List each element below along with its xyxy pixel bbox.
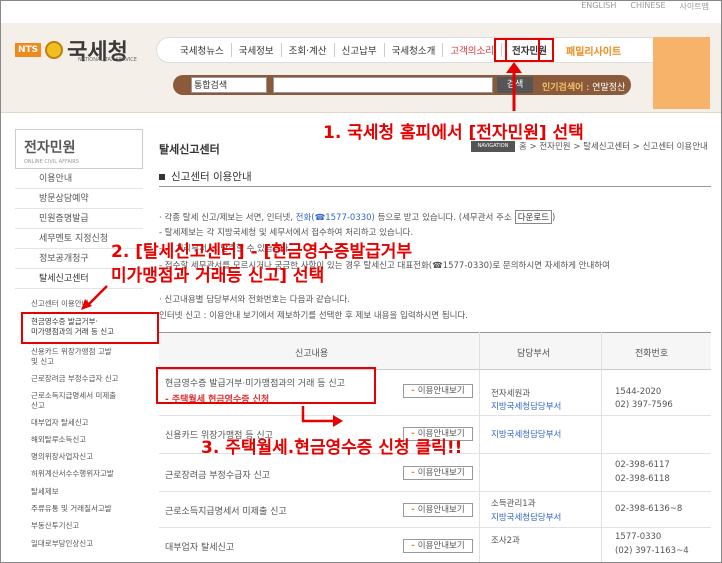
browser-viewport: ENGLISH CHINESE 사이트맵 NTS 국세청 NATIONAL TA… — [0, 0, 722, 563]
sidebar-title: 전자민원 — [24, 140, 76, 156]
annotation-step-3: 3. 주택월세.현금영수증 신청 클릭!! — [201, 438, 463, 458]
intro-text-b: 등으로 받고 있습니다. (세무관서 주소 — [374, 213, 512, 223]
row-phone-2: 02-398-6118 — [615, 474, 670, 484]
sub-item-real-estate[interactable]: 부동산투기신고 — [31, 521, 133, 530]
row-dept: 조사2과 — [491, 536, 520, 546]
sidebar-title-en: ONLINE CIVIL AFFAIRS — [24, 159, 79, 165]
sub-item-eitc-fraud[interactable]: 근로장려금 부정수급자 신고 — [31, 374, 133, 383]
search-scope-select[interactable]: 통합검색 — [191, 77, 267, 93]
intro-paragraph: · 각종 탈세 신고/제보는 서면, 인터넷, 전화(☎1577-0330) 등… — [159, 210, 555, 224]
sub-item-wage-statement[interactable]: 근로소득지급명세서 미제출 — [31, 391, 133, 400]
main-content: 탈세신고센터 NAVIGATION 홈 > 전자민원 > 탈세신고센터 > 신고… — [149, 129, 721, 562]
phone-link[interactable]: 전화(☎1577-0330) — [296, 213, 375, 223]
highlight-box-e-civil — [494, 38, 540, 62]
sub-item-false-invoice[interactable]: 허위계산서수수행위자고발 — [31, 469, 133, 478]
sub-item-overseas[interactable]: 해외탈루소득신고 — [31, 435, 133, 444]
gnb-item-lookup[interactable]: 조회·계산 — [282, 43, 335, 57]
logo-subtitle: NATIONAL TAX SERVICE — [78, 57, 137, 63]
nts-badge: NTS — [15, 43, 42, 57]
section-title: 신고센터 이용안내 — [159, 169, 252, 184]
sub-item-tip-off[interactable]: 탈세제보 — [31, 487, 133, 496]
top-link-sitemap[interactable]: 사이트맵 — [680, 1, 709, 12]
sidebar-item-guide[interactable]: 이용안내 — [15, 169, 143, 189]
gnb-item-news[interactable]: 국세청뉴스 — [173, 43, 232, 57]
view-guide-button[interactable]: 이용안내보기 — [403, 539, 473, 553]
info-line-4: · 신고내용별 담당부서와 전화번호는 다음과 같습니다. — [159, 295, 350, 305]
header-department: 담당부서 — [517, 349, 551, 359]
sub-item-lender[interactable]: 대부업자 탈세신고 — [31, 418, 133, 427]
header-phone: 전화번호 — [635, 349, 669, 359]
row-dept-link[interactable]: 지방국세청담당부서 — [491, 511, 561, 523]
view-guide-button[interactable]: 이용안내보기 — [403, 466, 473, 480]
arrow-down-right-icon — [301, 406, 343, 427]
row-title: 대부업자 탈세신고 — [165, 543, 235, 553]
section-divider — [159, 186, 711, 187]
table-header: 신고내용 담당부서 전화번호 — [159, 332, 711, 370]
row-phone: 1577-0330 — [615, 532, 662, 542]
annotation-step-1: 1. 국세청 홈피에서 [전자민원] 선택 — [323, 123, 584, 143]
intro-text-c: ) — [552, 213, 556, 223]
row-title: 근로장려금 부정수급자 신고 — [165, 471, 271, 481]
row-dept: 전자세원과 — [491, 389, 531, 399]
global-nav: 국세청뉴스 국세정보 조회·계산 신고납부 국세청소개 고객의소리 전자민원 패… — [156, 37, 676, 63]
row-phone: 1544-2020 — [615, 387, 662, 397]
annotation-step-2-line-1: 2. [탈세신고센터] - [현금영수증발급거부 — [111, 242, 413, 262]
page-title: 탈세신고센터 — [159, 143, 220, 156]
emblem-icon — [45, 41, 64, 59]
sub-item-liquor[interactable]: 주류유통 및 거래질서고발 — [31, 504, 133, 513]
sub-item-card-merchant[interactable]: 신용카드 위장가맹점 고발 — [31, 347, 133, 356]
sub-item-rent-increase[interactable]: 일대로부당인상신고 — [31, 539, 133, 548]
gnb-item-about[interactable]: 국세청소개 — [385, 43, 444, 57]
top-strip: ENGLISH CHINESE 사이트맵 — [1, 1, 721, 23]
download-button[interactable]: 다운로드 — [514, 210, 552, 224]
row-phone: 02-398-6117 — [615, 460, 670, 470]
sidebar: 전자민원 ONLINE CIVIL AFFAIRS 이용안내 방문상담예약 민원… — [15, 129, 143, 562]
row-dept-link[interactable]: 지방국세청담당부서 — [491, 400, 561, 412]
redaction-box — [653, 37, 710, 109]
top-link-english[interactable]: ENGLISH — [581, 1, 616, 12]
row-phone-2: 02) 397-7596 — [615, 400, 673, 410]
sidebar-item-certificate[interactable]: 민원증명발급 — [15, 209, 143, 229]
row-phone: 02-398-6136~8 — [615, 504, 683, 514]
gnb-item-filing[interactable]: 신고납부 — [335, 43, 385, 57]
gnb-item-tax-info[interactable]: 국세정보 — [232, 43, 282, 57]
header-content: 신고내용 — [295, 349, 329, 359]
popular-label: 인기검색어 — [542, 83, 584, 93]
table-row: 근로소득지급명세서 미제출 신고 이용안내보기 소득관리1과 지방국세청담당부서… — [159, 492, 711, 528]
table-row: 대부업자 탈세신고 이용안내보기 조사2과 1577-0330 (02) 397… — [159, 528, 711, 562]
highlight-box-rent-receipt — [156, 367, 376, 404]
view-guide-button[interactable]: 이용안내보기 — [403, 503, 473, 517]
view-guide-button[interactable]: 이용안내보기 — [403, 384, 473, 398]
table-row: 근로장려금 부정수급자 신고 이용안내보기 02-398-6117 02-398… — [159, 454, 711, 492]
row-title: 근로소득지급명세서 미제출 신고 — [165, 507, 287, 517]
sidebar-item-visit-reservation[interactable]: 방문상담예약 — [15, 189, 143, 209]
intro-text-a: · 각종 탈세 신고/제보는 서면, 인터넷, — [159, 213, 296, 223]
row-dept: 소득관리1과 — [491, 499, 536, 509]
sub-item-nominee[interactable]: 명의위장사업자신고 — [31, 452, 133, 461]
arrow-down-left-icon — [81, 285, 108, 310]
row-phone-2: (02) 397-1163~4 — [615, 546, 689, 556]
sub-item-wage-statement-line2[interactable]: 신고 — [31, 401, 133, 410]
annotation-step-2-line-2: 미가맹점과 거래등 신고] 선택 — [111, 266, 325, 286]
top-links: ENGLISH CHINESE 사이트맵 — [581, 1, 709, 12]
family-site-link[interactable]: 패밀리사이트 — [566, 43, 621, 58]
popular-keywords: 인기검색어 : 연말정산 — [542, 83, 626, 93]
sub-item-card-merchant-line2[interactable]: 및 신고 — [31, 357, 133, 366]
arrow-up-icon — [506, 62, 522, 111]
popular-keyword-link[interactable]: 연말정산 — [592, 83, 625, 93]
search-input[interactable] — [273, 77, 493, 93]
sidebar-title-box: 전자민원 ONLINE CIVIL AFFAIRS — [15, 129, 143, 169]
info-line-5: 인터넷 신고 : 이용안내 보기에서 제보하기를 선택한 후 제보 내용을 입력… — [159, 311, 468, 321]
highlight-box-receipt-menu — [21, 312, 159, 344]
row-dept-link[interactable]: 지방국세청담당부서 — [491, 428, 561, 440]
top-link-chinese[interactable]: CHINESE — [630, 1, 665, 12]
